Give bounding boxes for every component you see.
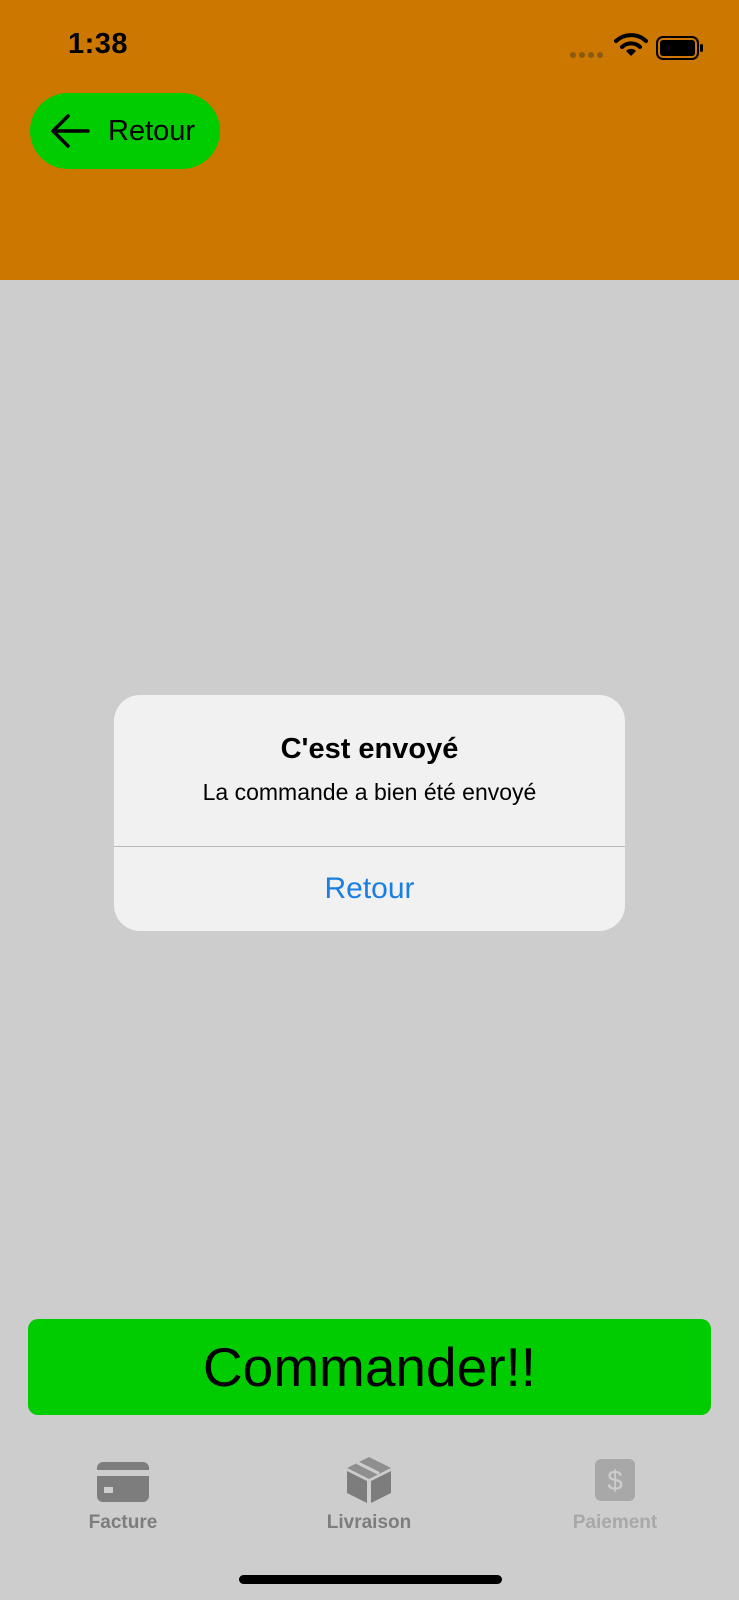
wifi-icon — [614, 33, 648, 56]
status-time: 1:38 — [68, 28, 129, 60]
tab-label-paiement: Paiement — [572, 1512, 658, 1533]
package-icon — [347, 1457, 391, 1503]
credit-card-icon — [97, 1462, 149, 1502]
alert-action-button[interactable]: Retour — [114, 847, 625, 931]
tab-paiement[interactable]: $ Paiement — [525, 1440, 705, 1540]
header-bar: 1:38 Retour — [0, 0, 739, 280]
arrow-left-icon — [51, 114, 90, 148]
back-button[interactable]: Retour — [30, 93, 220, 169]
status-icons — [570, 32, 710, 62]
tab-livraison[interactable]: Livraison — [279, 1440, 459, 1540]
alert-title: C'est envoyé — [280, 733, 459, 765]
alert-message: La commande a bien été envoyé — [202, 779, 537, 805]
svg-text:$: $ — [607, 1465, 623, 1496]
tab-facture[interactable]: Facture — [33, 1440, 213, 1540]
battery-icon — [656, 36, 703, 60]
back-button-label: Retour — [108, 114, 196, 147]
tab-label-livraison: Livraison — [326, 1512, 412, 1533]
alert-dialog: C'est envoyé La commande a bien été envo… — [114, 695, 625, 931]
tab-label-facture: Facture — [88, 1512, 158, 1533]
signal-icon — [570, 52, 603, 58]
tab-bar: Facture Livraison $ Paiement — [0, 1440, 739, 1540]
home-indicator — [239, 1575, 502, 1584]
order-button[interactable]: Commander!! — [28, 1319, 711, 1415]
dollar-icon: $ — [595, 1459, 635, 1501]
